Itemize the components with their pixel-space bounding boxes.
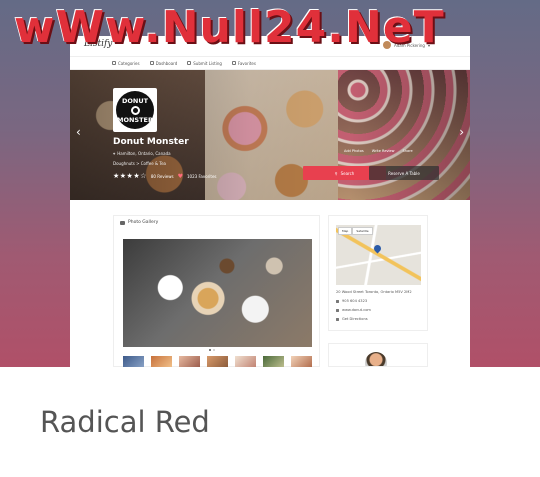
listing-actions: Add Photos Write Review Share <box>344 149 413 153</box>
gallery-pagination <box>209 349 215 351</box>
nav-item-dashboard[interactable]: Dashboard <box>149 60 178 66</box>
main-nav: Categories Dashboard Submit Listing Favo… <box>70 56 470 70</box>
phone-text: 905 604 4323 <box>342 299 368 303</box>
preview-hero: wWw.Null24.NeT Listify Adam Pickering ▾ … <box>0 0 540 367</box>
favorites-count[interactable]: 1023 Favorites <box>187 174 217 179</box>
website-text: www.donut.com <box>342 308 371 312</box>
heart-icon: ♥ <box>177 172 183 180</box>
site-screenshot: Listify Adam Pickering ▾ Categories Dash… <box>70 36 470 367</box>
address-text: 20 Wood Street Toronto, Ontario M5V 2M2 <box>336 290 412 294</box>
donut-logo-icon: DONUT MONSTER <box>116 91 154 129</box>
website-row[interactable]: www.donut.com <box>336 308 412 312</box>
photo-gallery-card: Photo Gallery <box>113 215 320 367</box>
gallery-thumbnail[interactable] <box>291 356 312 367</box>
directions-icon <box>336 317 339 321</box>
logo-text: MONSTER <box>117 115 153 124</box>
gallery-thumbnail[interactable] <box>235 356 256 367</box>
gallery-title: Photo Gallery <box>128 220 159 225</box>
gallery-thumbnail[interactable] <box>123 356 144 367</box>
camera-icon <box>120 220 125 225</box>
reviews-count[interactable]: 80 Reviews <box>151 174 174 179</box>
plus-icon <box>187 61 192 65</box>
gallery-heading: Photo Gallery <box>120 220 158 225</box>
location-pin-icon: ⌖ <box>113 151 116 156</box>
search-label: Search <box>340 170 355 176</box>
listing-banner: DONUT MONSTER Donut Monster ⌖ Hamilton, … <box>70 70 470 200</box>
chevron-right-icon[interactable]: › <box>459 125 464 139</box>
nav-label: Categories <box>118 60 140 66</box>
watermark-text: wWw.Null24.NeT <box>14 2 445 53</box>
listing-rating: ★★★★☆ 80 Reviews ♥ 1023 Favorites <box>113 172 217 180</box>
gallery-thumbnail[interactable] <box>263 356 284 367</box>
theme-preview-card[interactable]: wWw.Null24.NeT Listify Adam Pickering ▾ … <box>0 0 540 477</box>
nav-item-submit-listing[interactable]: Submit Listing <box>187 61 222 66</box>
map-type-tabs: Map Satellite <box>338 227 373 235</box>
dashboard-icon <box>149 61 154 65</box>
listing-title: Donut Monster <box>113 137 189 147</box>
logo-text: DONUT <box>121 96 149 105</box>
avatar <box>365 352 387 366</box>
listing-logo: DONUT MONSTER <box>113 88 157 132</box>
gallery-main-photo[interactable] <box>123 239 312 347</box>
nav-item-categories[interactable]: Categories <box>112 61 140 66</box>
directions-row[interactable]: Get Directions <box>336 317 412 321</box>
star-rating-icon: ★★★★☆ <box>113 172 147 180</box>
heart-icon <box>231 61 236 65</box>
location-card: Map Satellite 20 Wood Street Toronto, On… <box>328 215 428 331</box>
nav-item-favorites[interactable]: Favorites <box>231 60 256 66</box>
pagination-dot[interactable] <box>209 349 211 351</box>
reserve-table-button[interactable]: Reserve A Table <box>369 166 439 180</box>
map-pin-icon[interactable] <box>372 243 383 254</box>
add-photos-button[interactable]: Add Photos <box>344 149 364 153</box>
gallery-thumbnail[interactable] <box>207 356 228 367</box>
gallery-thumbnail[interactable] <box>179 356 200 367</box>
nav-label: Submit Listing <box>193 60 222 66</box>
search-icon: ⚲ <box>334 170 338 176</box>
home-icon <box>336 308 339 312</box>
share-button[interactable]: Share <box>403 149 413 153</box>
address-row: 20 Wood Street Toronto, Ontario M5V 2M2 <box>336 290 412 294</box>
phone-row[interactable]: 905 604 4323 <box>336 299 412 303</box>
nav-label: Favorites <box>237 60 256 66</box>
phone-icon <box>336 299 339 303</box>
contact-info: 20 Wood Street Toronto, Ontario M5V 2M2 … <box>336 290 412 321</box>
location-text: Hamilton, Ontario, Canada <box>117 151 171 156</box>
owner-card <box>328 343 428 367</box>
grid-icon <box>112 61 116 65</box>
listing-content: Photo Gallery Map Satellite 20 Wood Stre… <box>70 200 470 367</box>
listing-categories[interactable]: Doughnuts > Coffee & Tea <box>113 161 166 166</box>
listing-location[interactable]: ⌖ Hamilton, Ontario, Canada <box>113 151 171 156</box>
gallery-thumbnails <box>123 356 312 367</box>
chevron-left-icon[interactable]: ‹ <box>76 125 81 139</box>
gallery-thumbnail[interactable] <box>151 356 172 367</box>
tab-satellite[interactable]: Satellite <box>352 227 373 235</box>
tab-map[interactable]: Map <box>338 227 353 235</box>
nav-label: Dashboard <box>155 60 178 66</box>
write-review-button[interactable]: Write Review <box>372 149 395 153</box>
pagination-dot[interactable] <box>213 349 215 351</box>
location-map[interactable]: Map Satellite <box>336 225 421 285</box>
theme-name: Radical Red <box>40 405 210 439</box>
directions-text: Get Directions <box>342 317 368 321</box>
donut-ring-icon <box>130 105 140 115</box>
